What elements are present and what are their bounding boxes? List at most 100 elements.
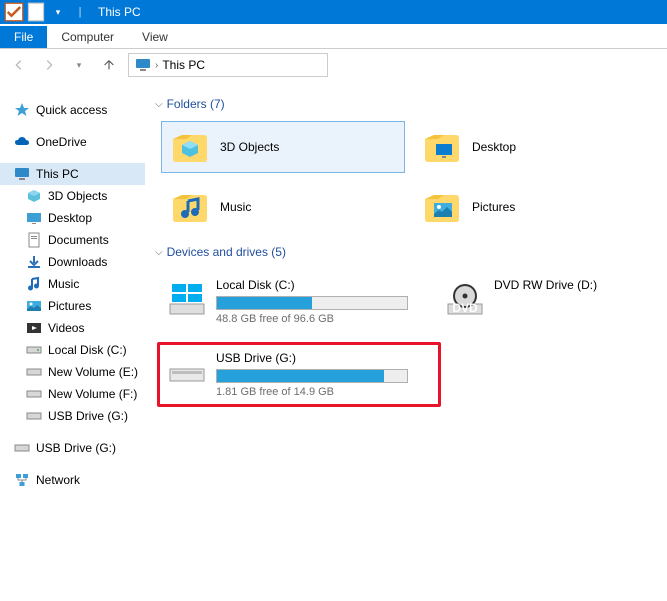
cloud-icon — [14, 134, 30, 150]
folder-item-3d-objects[interactable]: 3D Objects — [161, 121, 405, 173]
sidebar-item-pictures[interactable]: Pictures — [0, 295, 145, 317]
desktop-icon — [26, 210, 42, 226]
folder-item-desktop[interactable]: Desktop — [413, 121, 657, 173]
breadcrumb[interactable]: › This PC — [128, 53, 328, 77]
sidebar-label: 3D Objects — [48, 189, 107, 203]
music-icon — [26, 276, 42, 292]
sidebar-this-pc[interactable]: This PC — [0, 163, 145, 185]
address-bar: ▾ › This PC — [0, 49, 667, 81]
qat-separator-icon: | — [70, 2, 90, 22]
chevron-down-icon: ⌵ — [155, 99, 163, 110]
sidebar-item-music[interactable]: Music — [0, 273, 145, 295]
drive-icon — [26, 342, 42, 358]
quick-access-toolbar: ▾ | — [4, 2, 90, 22]
folder-label: 3D Objects — [220, 140, 279, 154]
sidebar-item-videos[interactable]: Videos — [0, 317, 145, 339]
drive-icon — [26, 386, 42, 402]
ribbon-tabs: File Computer View — [0, 24, 667, 49]
sidebar-label: Pictures — [48, 299, 91, 313]
sidebar-label: Videos — [48, 321, 84, 335]
drive-item-dvd-rw-d[interactable]: DVD DVD RW Drive (D:) — [435, 269, 655, 334]
folder-label: Desktop — [472, 140, 516, 154]
windows-drive-icon — [168, 282, 206, 320]
drive-item-usb-g[interactable]: USB Drive (G:) 1.81 GB free of 14.9 GB — [157, 342, 441, 407]
sidebar-onedrive[interactable]: OneDrive — [0, 131, 145, 153]
folder-item-pictures[interactable]: Pictures — [413, 181, 657, 233]
sidebar-item-documents[interactable]: Documents — [0, 229, 145, 251]
sidebar-label: Local Disk (C:) — [48, 343, 127, 357]
nav-recent-dropdown[interactable]: ▾ — [68, 54, 90, 76]
sidebar-item-new-volume-f[interactable]: New Volume (F:) — [0, 383, 145, 405]
sidebar-quick-access[interactable]: Quick access — [0, 99, 145, 121]
sidebar-label: Desktop — [48, 211, 92, 225]
monitor-icon — [135, 57, 151, 73]
qat-checkbox-icon[interactable] — [4, 2, 24, 22]
cube-icon — [26, 188, 42, 204]
content-pane: ⌵ Folders (7) 3D Objects Desktop Music P… — [145, 81, 667, 601]
usb-drive-icon — [168, 355, 206, 393]
star-icon — [14, 102, 30, 118]
group-header-label: Devices and drives (5) — [167, 245, 286, 259]
folder-music-icon — [170, 187, 210, 227]
folder-3d-icon — [170, 127, 210, 167]
drive-free-text: 1.81 GB free of 14.9 GB — [216, 386, 430, 398]
folder-pictures-icon — [422, 187, 462, 227]
navigation-pane: Quick access OneDrive This PC 3D Objects… — [0, 81, 145, 601]
drive-usage-bar — [216, 369, 408, 383]
title-bar: ▾ | This PC — [0, 0, 667, 24]
sidebar-label: Quick access — [36, 103, 107, 117]
document-icon — [26, 232, 42, 248]
sidebar-label: Network — [36, 473, 80, 487]
usb-icon — [26, 408, 42, 424]
sidebar-network[interactable]: Network — [0, 469, 145, 491]
sidebar-item-desktop[interactable]: Desktop — [0, 207, 145, 229]
drive-name: DVD RW Drive (D:) — [494, 278, 644, 292]
group-header-drives[interactable]: ⌵ Devices and drives (5) — [155, 245, 659, 259]
sidebar-label: New Volume (F:) — [48, 387, 137, 401]
folder-label: Music — [220, 200, 251, 214]
sidebar-label: OneDrive — [36, 135, 87, 149]
drive-usage-bar — [216, 296, 408, 310]
drive-free-text: 48.8 GB free of 96.6 GB — [216, 313, 416, 325]
drive-item-local-disk-c[interactable]: Local Disk (C:) 48.8 GB free of 96.6 GB — [157, 269, 427, 334]
sidebar-item-new-volume-e[interactable]: New Volume (E:) — [0, 361, 145, 383]
sidebar-label: This PC — [36, 167, 79, 181]
sidebar-usb-drive-root[interactable]: USB Drive (G:) — [0, 437, 145, 459]
drive-icon — [26, 364, 42, 380]
download-icon — [26, 254, 42, 270]
sidebar-label: USB Drive (G:) — [36, 441, 116, 455]
tab-file[interactable]: File — [0, 26, 47, 48]
nav-forward-button[interactable] — [38, 54, 60, 76]
chevron-down-icon: ⌵ — [155, 247, 163, 258]
video-icon — [26, 320, 42, 336]
group-header-label: Folders (7) — [167, 97, 225, 111]
folder-desktop-icon — [422, 127, 462, 167]
sidebar-label: Music — [48, 277, 79, 291]
dvd-drive-icon: DVD — [446, 282, 484, 320]
qat-doc-icon[interactable] — [26, 2, 46, 22]
folder-item-music[interactable]: Music — [161, 181, 405, 233]
group-header-folders[interactable]: ⌵ Folders (7) — [155, 97, 659, 111]
window-title: This PC — [98, 5, 141, 19]
folder-label: Pictures — [472, 200, 515, 214]
picture-icon — [26, 298, 42, 314]
sidebar-item-downloads[interactable]: Downloads — [0, 251, 145, 273]
nav-back-button[interactable] — [8, 54, 30, 76]
drive-name: Local Disk (C:) — [216, 278, 416, 292]
sidebar-label: USB Drive (G:) — [48, 409, 128, 423]
usb-icon — [14, 440, 30, 456]
sidebar-item-usb-drive-g[interactable]: USB Drive (G:) — [0, 405, 145, 427]
sidebar-label: Documents — [48, 233, 109, 247]
tab-computer[interactable]: Computer — [47, 26, 128, 48]
sidebar-item-local-disk-c[interactable]: Local Disk (C:) — [0, 339, 145, 361]
svg-text:DVD: DVD — [452, 301, 478, 315]
chevron-right-icon: › — [155, 60, 158, 71]
tab-view[interactable]: View — [128, 26, 182, 48]
qat-dropdown-icon[interactable]: ▾ — [48, 2, 68, 22]
drive-name: USB Drive (G:) — [216, 351, 430, 365]
nav-up-button[interactable] — [98, 54, 120, 76]
sidebar-item-3d-objects[interactable]: 3D Objects — [0, 185, 145, 207]
breadcrumb-location: This PC — [162, 58, 205, 72]
network-icon — [14, 472, 30, 488]
sidebar-label: New Volume (E:) — [48, 365, 138, 379]
